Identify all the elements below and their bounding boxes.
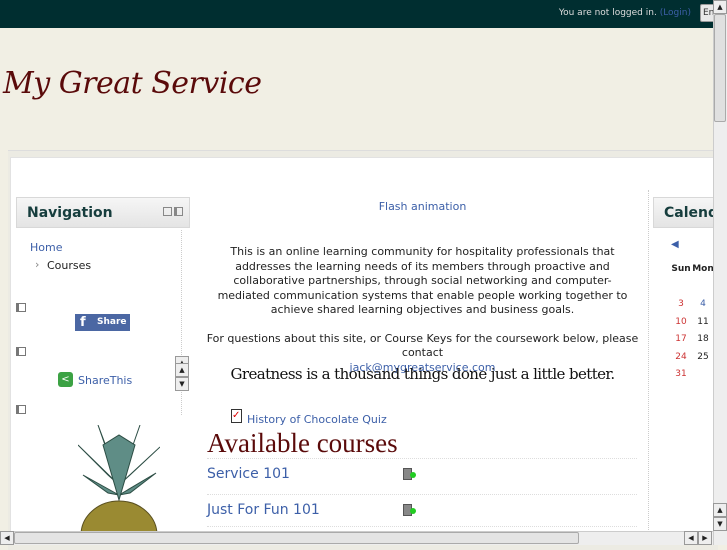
course-row: Just For Fun 101 (207, 494, 637, 527)
login-info: You are not logged in. (Login) (558, 8, 691, 18)
scroll-left-button[interactable]: ◀ (0, 531, 14, 545)
enrol-icon[interactable] (403, 468, 416, 480)
collapse-icon[interactable] (163, 207, 172, 216)
vertical-scroll-thumb[interactable] (714, 14, 726, 122)
course-link[interactable]: Service 101 (207, 466, 290, 482)
quiz-link[interactable]: History of Chocolate Quiz (247, 413, 387, 426)
navigation-title: Navigation (27, 205, 113, 221)
enrol-icon[interactable] (403, 504, 416, 516)
previous-month-icon[interactable]: ◀ (671, 239, 679, 250)
facebook-icon: f (80, 315, 86, 330)
sharethis-link[interactable]: ShareThis (78, 374, 132, 387)
top-bar: You are not logged in. (Login) (0, 0, 713, 28)
pineapple-image (78, 425, 160, 531)
scroll-up-button[interactable]: ▲ (175, 363, 189, 377)
quiz-icon: ✓ (231, 409, 242, 423)
nav-courses-item[interactable]: Courses (47, 259, 91, 272)
scroll-down-button[interactable]: ▼ (713, 517, 727, 531)
scroll-down-button[interactable]: ▼ (175, 377, 189, 391)
scroll-up-button[interactable]: ▲ (713, 0, 727, 14)
scroll-right-button[interactable]: ▶ (698, 531, 712, 545)
nav-home-link[interactable]: Home (30, 241, 62, 254)
course-row: Service 101 (207, 458, 637, 491)
chevron-right-icon: › (35, 258, 40, 271)
login-link[interactable]: (Login) (660, 8, 691, 18)
scroll-left-button[interactable]: ◀ (684, 531, 698, 545)
dock-icon[interactable] (16, 405, 26, 414)
horizontal-scroll-thumb[interactable] (14, 532, 579, 544)
navigation-block-header: Navigation (16, 197, 190, 228)
flash-animation-link[interactable]: Flash animation (200, 200, 645, 213)
dock-icon[interactable] (16, 303, 26, 312)
quote-text: Greatness is a thousand things done just… (230, 365, 616, 383)
site-title: My Great Service (3, 66, 262, 101)
calendar-grid: 34 10 11 17 18 24 25 31 (675, 299, 709, 379)
share-icon: < (58, 372, 73, 387)
column-divider (648, 190, 649, 530)
course-link[interactable]: Just For Fun 101 (207, 502, 320, 518)
scroll-up-button[interactable]: ▲ (713, 503, 727, 517)
calendar-weekdays: Sun Mon (671, 264, 714, 274)
available-courses-heading: Available courses (207, 428, 398, 458)
dock-icon[interactable] (16, 347, 26, 356)
intro-text: This is an online learning community for… (217, 245, 628, 316)
dock-icon[interactable] (174, 207, 183, 216)
main-content: Flash animation This is an online learni… (200, 200, 645, 375)
